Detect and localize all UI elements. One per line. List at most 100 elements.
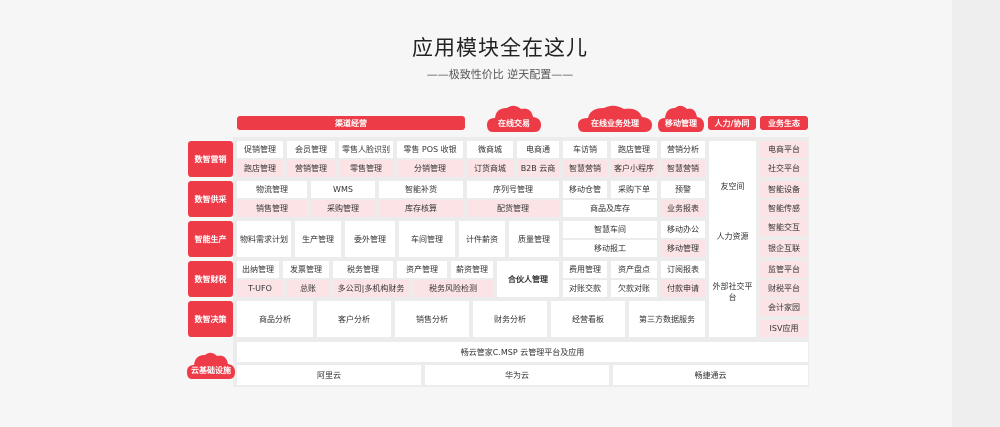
module-xuliehao: 序列号管理: [467, 181, 559, 198]
module-huaweiyun: 华为云: [425, 365, 609, 385]
header-zaixian-yewu-cloud: 在线业务处理: [576, 103, 654, 133]
module-aliyun: 阿里云: [237, 365, 421, 385]
module-pos: 零售 POS 收银: [397, 141, 463, 158]
module-lingshou: 零售管理: [339, 160, 393, 177]
module-shuiwufengxian: 税务风险检测: [413, 280, 493, 297]
category-caishui: 数智财税: [188, 261, 233, 297]
module-yingxiaofenxi: 营销分析: [661, 141, 705, 158]
module-zongzhang: 总账: [287, 280, 329, 297]
module-fenxiao: 分销管理: [397, 160, 463, 177]
module-shengchanguanli: 生产管理: [295, 221, 341, 257]
module-caigou: 采购管理: [311, 200, 375, 217]
module-shuiwu: 税务管理: [333, 261, 393, 278]
header-yidong-cloud: 移动管理: [657, 103, 705, 133]
module-shejiaopingtai: 社交平台: [760, 160, 808, 177]
module-kuaijijiayuan: 会计家园: [760, 299, 808, 316]
module-jianguanpingtai: 监管平台: [760, 261, 808, 278]
module-kehufenxi: 客户分析: [317, 301, 391, 337]
header-qudao: 渠道经营: [237, 116, 465, 130]
module-jingyingkanban: 经营看板: [551, 301, 625, 337]
module-yidongcangguan: 移动仓管: [563, 181, 607, 198]
module-huiyuan: 会员管理: [287, 141, 335, 158]
module-paodian-a: 跑店管理: [611, 141, 657, 158]
module-weiwai: 委外管理: [345, 221, 395, 257]
module-yidongguanli: 移动管理: [661, 240, 705, 257]
category-yun: 云基础设施: [191, 365, 231, 375]
module-youkongjian: 友空间: [720, 181, 745, 191]
module-yujing: 预警: [661, 181, 705, 198]
module-dingyuebaobiao: 订阅报表: [661, 261, 705, 278]
module-zhihuichejian: 智慧车间: [563, 221, 657, 238]
module-chuna: 出纳管理: [237, 261, 279, 278]
module-dinghuo: 订货商城: [467, 160, 513, 177]
module-kehu-xiaochengxu: 客户小程序: [611, 160, 657, 177]
module-caiwufenxi: 财务分析: [473, 301, 547, 337]
module-hehuoren: 合伙人管理: [497, 261, 559, 297]
module-caigouxiadan: 采购下单: [611, 181, 657, 198]
module-yewubaobiao: 业务报表: [661, 200, 705, 217]
header-zaixian-jiaoyi: 在线交易: [498, 118, 530, 128]
category-yingxiao: 数智营销: [188, 141, 233, 177]
module-kucun: 库存核算: [379, 200, 463, 217]
module-peihuo: 配货管理: [467, 200, 559, 217]
module-waibushejiao: 外部社交平台: [712, 282, 753, 302]
module-shangpin-kucun: 商品及库存: [563, 200, 657, 217]
module-renliziyuan: 人力资源: [716, 231, 749, 241]
module-zichanpandian: 资产盘点: [611, 261, 657, 278]
module-xiaoshou: 销售管理: [237, 200, 307, 217]
module-zhihuiyingxiao-m: 智慧营销: [661, 160, 705, 177]
module-wms: WMS: [311, 181, 375, 198]
header-zaixian-yewu: 在线业务处理: [591, 118, 639, 128]
module-b2b: B2B 云商: [517, 160, 559, 177]
module-wuliu: 物流管理: [237, 181, 307, 198]
module-wuliaoxuqiu: 物料需求计划: [237, 221, 291, 257]
module-dianshangtong: 电商通: [517, 141, 559, 158]
module-feiyong: 费用管理: [563, 261, 607, 278]
module-zhinengbuhuo: 智能补货: [379, 181, 463, 198]
right-edge-shade: [952, 0, 1000, 427]
module-qiankuanduizhang: 欠款对账: [611, 280, 657, 297]
module-changjietongyun: 畅捷通云: [613, 365, 808, 385]
module-yidongbaogong: 移动报工: [563, 240, 657, 257]
module-xiaoshoufenxi: 销售分析: [395, 301, 469, 337]
module-zhinengchuangan: 智能传感: [760, 200, 808, 217]
module-zhiliang: 质量管理: [509, 221, 559, 257]
category-yun-cloud: 云基础设施: [186, 350, 236, 380]
module-chefangxiao: 车访销: [563, 141, 607, 158]
module-cuxiao: 促销管理: [237, 141, 283, 158]
module-yinqihulian: 银企互联: [760, 240, 808, 257]
category-gongying: 数智供采: [188, 181, 233, 217]
header-zaixian-jiaoyi-cloud: 在线交易: [485, 103, 543, 133]
module-fapiao: 发票管理: [283, 261, 329, 278]
header-yewu-shengtai: 业务生态: [760, 116, 808, 130]
module-yidongbangong: 移动办公: [661, 221, 705, 238]
category-juece: 数智决策: [188, 301, 233, 337]
module-tufo: T-UFO: [237, 280, 283, 297]
module-xinzi: 薪资管理: [451, 261, 493, 278]
module-changyunguanjia: 畅云管家C.MSP 云管理平台及应用: [237, 342, 808, 362]
module-renlian: 零售人脸识别: [339, 141, 393, 158]
module-chejian: 车间管理: [399, 221, 455, 257]
module-zhinengjiaohu: 智能交互: [760, 219, 808, 236]
module-weishangcheng: 微商城: [467, 141, 513, 158]
header-yidong: 移动管理: [665, 118, 697, 128]
module-dianshangpingtai: 电商平台: [760, 141, 808, 158]
module-isv: ISV应用: [760, 320, 808, 337]
module-fukuanshenqing: 付款申请: [661, 280, 705, 297]
module-duogongsi: 多公司|多机构财务: [333, 280, 409, 297]
module-shangpinfenxi: 商品分析: [237, 301, 313, 337]
header-renli: 人力/协同: [708, 116, 756, 130]
module-zhihuiyingxiao: 智慧营销: [563, 160, 607, 177]
module-zhinengshebei: 智能设备: [760, 181, 808, 198]
module-paodian-b: 跑店管理: [237, 160, 283, 177]
module-jijian: 计件薪资: [459, 221, 505, 257]
page-subtitle: ——极致性价比 逆天配置——: [426, 68, 574, 81]
module-disanfang: 第三方数据服务: [629, 301, 705, 337]
module-duizhangjiaokuan: 对账交款: [563, 280, 607, 297]
page-title: 应用模块全在这儿: [412, 36, 588, 60]
category-shengchan: 智能生产: [188, 221, 233, 257]
module-yingxiaoguanli: 营销管理: [287, 160, 335, 177]
page: 应用模块全在这儿 ——极致性价比 逆天配置—— 渠道经营 在线交易 在线业务处理…: [0, 0, 1000, 427]
module-caishuipingtai: 财税平台: [760, 280, 808, 297]
module-zichan: 资产管理: [397, 261, 447, 278]
